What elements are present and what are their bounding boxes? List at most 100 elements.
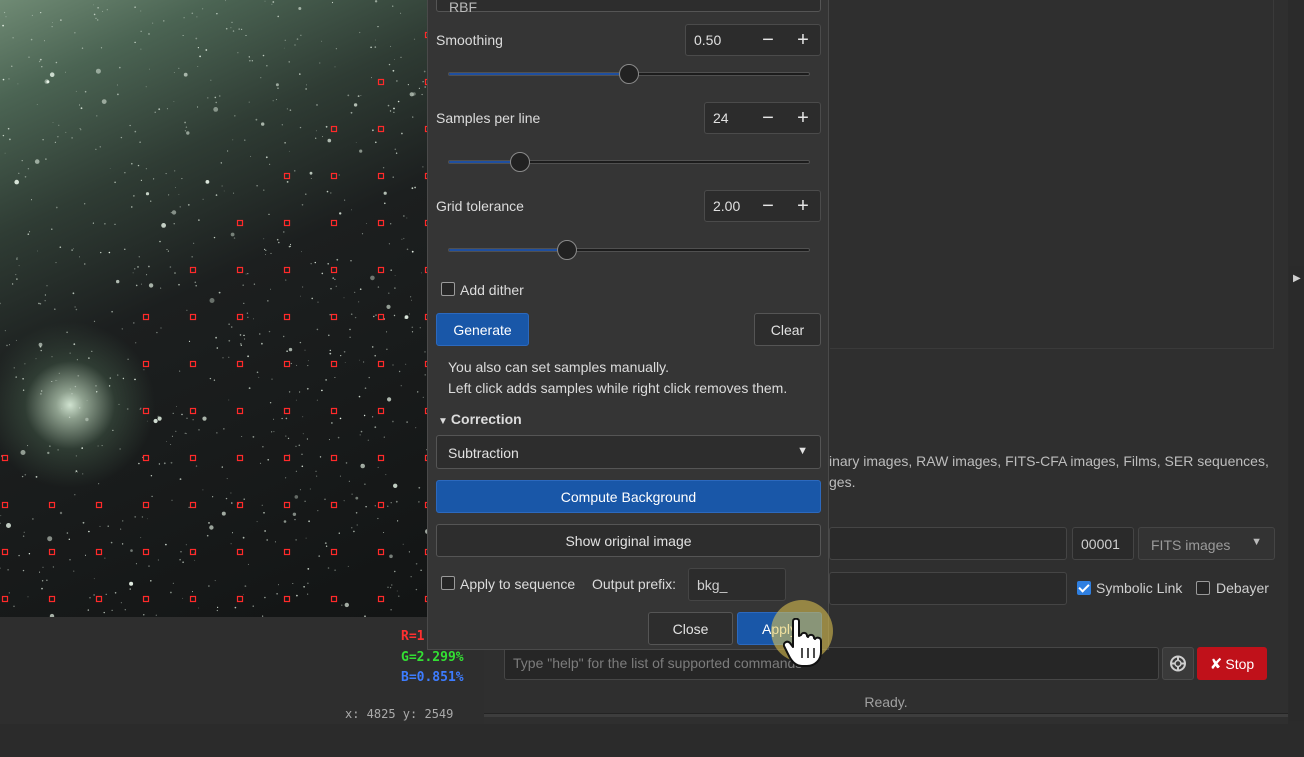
sample-marker[interactable] <box>95 548 103 556</box>
sample-marker[interactable] <box>142 454 150 462</box>
grid-tolerance-slider-handle[interactable] <box>557 240 578 260</box>
destination-field[interactable] <box>829 572 1067 605</box>
sample-marker[interactable] <box>95 595 103 603</box>
sample-marker[interactable] <box>377 172 385 180</box>
apply-to-sequence-checkbox[interactable] <box>441 576 455 590</box>
sample-marker[interactable] <box>236 219 244 227</box>
sample-marker[interactable] <box>142 360 150 368</box>
sample-marker[interactable] <box>330 266 338 274</box>
sample-marker[interactable] <box>377 407 385 415</box>
sample-marker[interactable] <box>377 313 385 321</box>
sample-marker[interactable] <box>377 125 385 133</box>
sample-marker[interactable] <box>48 595 56 603</box>
plus-icon[interactable]: + <box>788 26 818 54</box>
sample-marker[interactable] <box>283 548 291 556</box>
grid-tolerance-spinner[interactable]: 2.00 − + <box>704 190 821 222</box>
sample-marker[interactable] <box>330 172 338 180</box>
sample-marker[interactable] <box>236 360 244 368</box>
plus-icon[interactable]: + <box>788 104 818 132</box>
sample-marker[interactable] <box>377 78 385 86</box>
sample-marker[interactable] <box>330 360 338 368</box>
sample-marker[interactable] <box>283 313 291 321</box>
correction-method-select[interactable]: Subtraction ▼ <box>436 435 821 469</box>
sample-marker[interactable] <box>189 407 197 415</box>
conversion-file-list[interactable] <box>830 0 1274 349</box>
sample-marker[interactable] <box>377 595 385 603</box>
sample-marker[interactable] <box>189 313 197 321</box>
sample-marker[interactable] <box>48 501 56 509</box>
sample-marker[interactable] <box>1 454 9 462</box>
sample-marker[interactable] <box>283 454 291 462</box>
show-original-image-button[interactable]: Show original image <box>436 524 821 557</box>
clear-button[interactable]: Clear <box>754 313 821 346</box>
interpolation-select[interactable]: RBF <box>436 0 821 15</box>
symbolic-link-checkbox[interactable] <box>1077 581 1091 595</box>
sample-marker[interactable] <box>377 360 385 368</box>
sample-marker[interactable] <box>48 548 56 556</box>
correction-section-header[interactable]: ▼ Correction <box>438 411 522 427</box>
sample-marker[interactable] <box>189 595 197 603</box>
side-panel-toggle[interactable]: ▶ <box>1289 266 1304 721</box>
sample-marker[interactable] <box>189 266 197 274</box>
sample-marker[interactable] <box>236 313 244 321</box>
compute-background-button[interactable]: Compute Background <box>436 480 821 513</box>
sample-marker[interactable] <box>283 407 291 415</box>
sample-marker[interactable] <box>1 595 9 603</box>
sample-marker[interactable] <box>283 360 291 368</box>
grid-tolerance-slider[interactable] <box>448 248 810 252</box>
sample-marker[interactable] <box>236 454 244 462</box>
generate-button[interactable]: Generate <box>436 313 529 346</box>
sample-marker[interactable] <box>377 219 385 227</box>
sample-marker[interactable] <box>283 172 291 180</box>
sample-marker[interactable] <box>189 501 197 509</box>
sample-marker[interactable] <box>377 454 385 462</box>
sample-marker[interactable] <box>189 360 197 368</box>
sample-marker[interactable] <box>283 219 291 227</box>
command-input[interactable]: Type "help" for the list of supported co… <box>504 647 1159 680</box>
samples-per-line-slider[interactable] <box>448 160 810 164</box>
minus-icon[interactable]: − <box>753 26 783 54</box>
smoothing-spinner[interactable]: 0.50 − + <box>685 24 821 56</box>
sample-marker[interactable] <box>236 548 244 556</box>
add-dither-checkbox[interactable] <box>441 282 455 296</box>
sample-marker[interactable] <box>283 501 291 509</box>
sample-marker[interactable] <box>142 595 150 603</box>
samples-per-line-slider-handle[interactable] <box>510 152 531 172</box>
sample-marker[interactable] <box>142 313 150 321</box>
minus-icon[interactable]: − <box>753 104 783 132</box>
close-button[interactable]: Close <box>648 612 733 645</box>
sample-marker[interactable] <box>377 266 385 274</box>
output-prefix-input[interactable]: bkg_ <box>688 568 786 601</box>
sample-marker[interactable] <box>189 548 197 556</box>
sample-marker[interactable] <box>95 501 103 509</box>
image-viewer[interactable] <box>0 0 484 617</box>
samples-per-line-spinner[interactable]: 24 − + <box>704 102 821 134</box>
help-button[interactable] <box>1162 647 1194 680</box>
sample-marker[interactable] <box>236 266 244 274</box>
sample-marker[interactable] <box>283 266 291 274</box>
sample-marker[interactable] <box>1 548 9 556</box>
sample-marker[interactable] <box>330 407 338 415</box>
sample-marker[interactable] <box>236 407 244 415</box>
output-format-select[interactable]: FITS images ▼ <box>1138 527 1275 560</box>
stop-button[interactable]: ✘ Stop <box>1197 647 1267 680</box>
sequence-name-field[interactable] <box>829 527 1067 560</box>
sample-marker[interactable] <box>330 501 338 509</box>
sample-marker[interactable] <box>330 454 338 462</box>
sample-marker[interactable] <box>1 501 9 509</box>
sample-marker[interactable] <box>377 501 385 509</box>
sample-marker[interactable] <box>236 595 244 603</box>
sample-marker[interactable] <box>142 548 150 556</box>
sample-marker[interactable] <box>330 548 338 556</box>
plus-icon[interactable]: + <box>788 192 818 220</box>
start-index-field[interactable]: 00001 <box>1072 527 1134 560</box>
smoothing-slider-handle[interactable] <box>619 64 639 84</box>
sample-marker[interactable] <box>330 313 338 321</box>
sample-marker[interactable] <box>377 548 385 556</box>
debayer-checkbox[interactable] <box>1196 581 1210 595</box>
sample-marker[interactable] <box>236 501 244 509</box>
sample-marker[interactable] <box>330 219 338 227</box>
sample-marker[interactable] <box>283 595 291 603</box>
sample-marker[interactable] <box>330 595 338 603</box>
sample-marker[interactable] <box>189 454 197 462</box>
